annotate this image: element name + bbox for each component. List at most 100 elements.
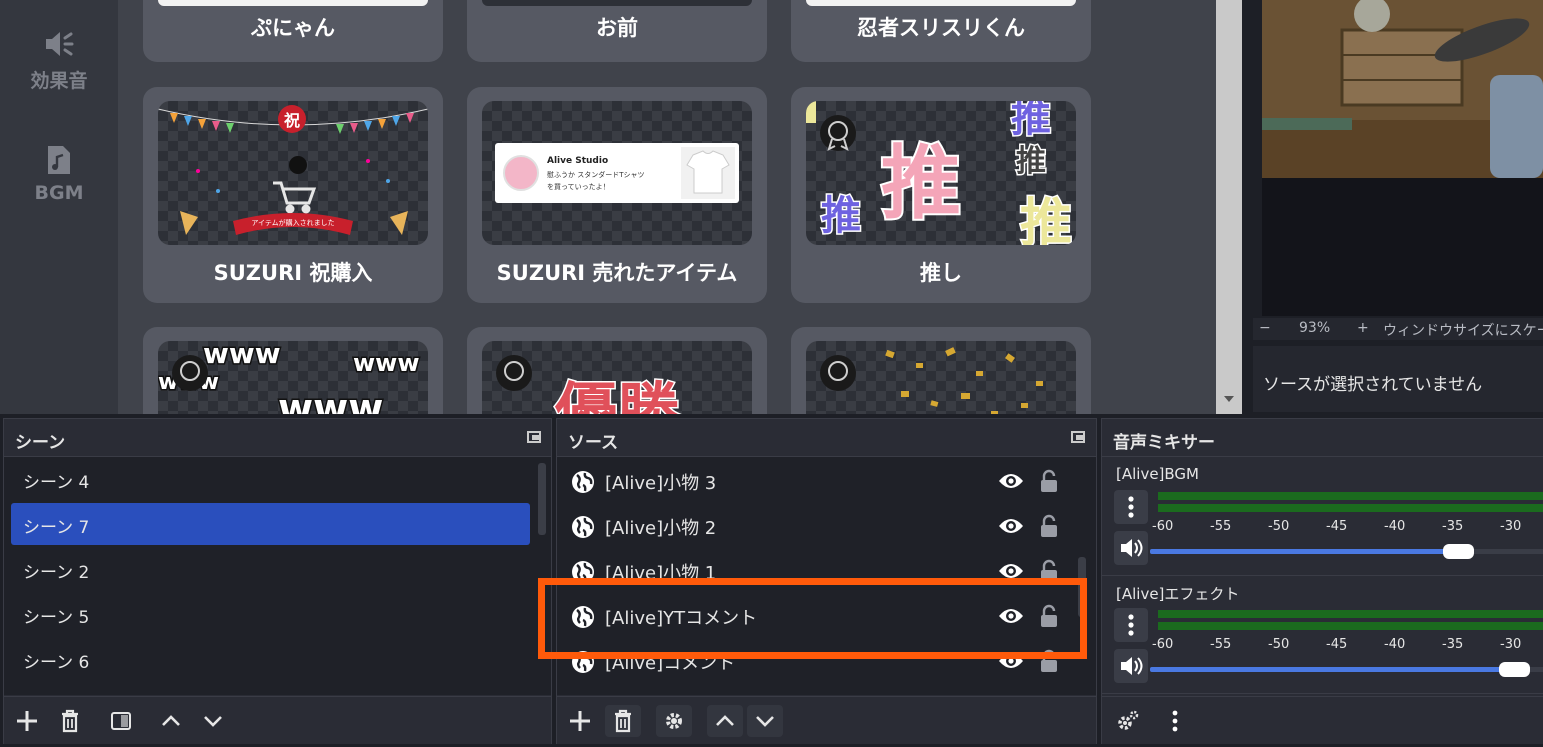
- effect-card[interactable]: ぷにゃん: [143, 0, 443, 62]
- effect-card-suzuri-sold[interactable]: Alive Studio 慰ふうか スタンダードTシャツ を買っていったよ！ S…: [467, 87, 767, 303]
- effect-card[interactable]: www www www www: [143, 327, 443, 414]
- chevron-up-icon: [162, 715, 180, 726]
- volume-slider-knob[interactable]: [1499, 662, 1530, 677]
- scene-list-scrollbar[interactable]: [538, 463, 546, 535]
- source-properties-button[interactable]: [656, 705, 692, 737]
- source-down-button[interactable]: [747, 705, 783, 737]
- lock-icon: [1041, 514, 1057, 537]
- effect-card[interactable]: 忍者スリスリくん: [791, 0, 1091, 62]
- zoom-bar: − 93% + ウィンドウサイズにスケール: [1253, 318, 1543, 340]
- visibility-toggle[interactable]: [998, 472, 1024, 495]
- zoom-mode-select[interactable]: ウィンドウサイズにスケール: [1383, 320, 1543, 340]
- undock-icon[interactable]: [1071, 431, 1085, 443]
- zoom-in-button[interactable]: +: [1357, 320, 1369, 336]
- scene-down-button[interactable]: [202, 705, 224, 737]
- thumb-edge: [158, 0, 428, 6]
- oshi-small-text: 推: [1016, 144, 1046, 179]
- shop-line-1: 慰ふうか スタンダードTシャツ: [547, 171, 645, 179]
- eye-icon: [999, 474, 1023, 488]
- tick-label: -40: [1384, 519, 1406, 534]
- program-preview[interactable]: [1262, 0, 1543, 178]
- scene-item[interactable]: シーン 6: [11, 638, 530, 680]
- tick-label: -45: [1326, 637, 1348, 652]
- scroll-down-arrow-icon[interactable]: [1224, 396, 1234, 402]
- source-up-button[interactable]: [707, 705, 743, 737]
- source-item[interactable]: [Alive]小物 2: [561, 504, 1071, 548]
- scene-item-selected[interactable]: シーン 7: [11, 503, 530, 545]
- browser-source-globe-icon: [571, 470, 595, 499]
- thumb-edge: [806, 0, 1076, 6]
- effect-card-label: ぷにゃん: [251, 16, 335, 40]
- thumb-edge: [482, 0, 752, 6]
- sources-dock-header: ソース: [557, 419, 1096, 457]
- scene-filter-button[interactable]: [110, 705, 132, 737]
- tshirt-image: [681, 147, 735, 199]
- oshi-small-text: 推: [1020, 194, 1072, 245]
- visibility-toggle[interactable]: [998, 517, 1024, 540]
- effect-card-suzuri-celebrate[interactable]: 祝 アイテムが購入されました SUZURI 祝購入: [143, 87, 443, 303]
- add-scene-button[interactable]: [16, 705, 38, 737]
- oshi-small-text: 推: [1011, 101, 1051, 141]
- mixer-menu-button[interactable]: [1164, 705, 1186, 737]
- filter-icon: [111, 712, 131, 730]
- rail-item-bgm[interactable]: BGM: [0, 144, 118, 204]
- effect-card[interactable]: 優勝: [467, 327, 767, 414]
- scene-item[interactable]: シーン 5: [11, 593, 530, 635]
- eye-icon: [999, 519, 1023, 533]
- tick-label: -55: [1210, 519, 1232, 534]
- effect-card[interactable]: [791, 327, 1091, 414]
- gallery-scrollbar[interactable]: [1216, 0, 1242, 414]
- rail-label-bgm: BGM: [34, 182, 84, 204]
- shop-line-2: を買っていったよ！: [547, 183, 610, 191]
- effect-card[interactable]: お前: [467, 0, 767, 62]
- advanced-audio-button[interactable]: [1114, 705, 1140, 737]
- mixer-dock-header: 音声ミキサー: [1102, 419, 1543, 457]
- shop-name: Alive Studio: [547, 156, 609, 166]
- scene-up-button[interactable]: [160, 705, 182, 737]
- scene-item-label: シーン 2: [23, 563, 90, 583]
- tick-label: -50: [1268, 637, 1290, 652]
- volume-slider-knob[interactable]: [1443, 544, 1474, 559]
- scenes-dock-title: シーン: [15, 433, 66, 453]
- highlight-annotation-box: [538, 578, 1087, 659]
- scene-item-label: シーン 4: [23, 473, 90, 493]
- add-source-button[interactable]: [569, 705, 591, 737]
- effect-card-oshi[interactable]: 推 推 推 推 推 推し: [791, 87, 1091, 303]
- scene-item-label: シーン 6: [23, 653, 90, 673]
- source-item[interactable]: [Alive]小物 3: [561, 459, 1071, 503]
- ww-text: www: [203, 341, 281, 370]
- rail-item-sound-effects[interactable]: 効果音: [0, 28, 118, 93]
- tick-label: -50: [1268, 519, 1290, 534]
- effect-gallery: ぷにゃん お前 忍者スリスリくん 祝 アイテムが購入されました SUZURI 祝…: [118, 0, 1216, 414]
- ww-text: www: [353, 349, 420, 377]
- scene-item[interactable]: シーン 4: [11, 458, 530, 500]
- mixer-toolbar: [1102, 696, 1543, 744]
- lock-toggle[interactable]: [1039, 469, 1059, 498]
- remove-scene-button[interactable]: [59, 705, 81, 737]
- tick-label: -60: [1152, 637, 1174, 652]
- zoom-out-button[interactable]: −: [1259, 320, 1271, 336]
- lock-toggle[interactable]: [1039, 514, 1059, 543]
- level-meter: [1158, 492, 1543, 500]
- top-region: 効果音 BGM ぷにゃん お前 忍者スリスリくん 祝 アイテムが購入されました …: [0, 0, 1543, 414]
- scenes-toolbar: [4, 696, 551, 744]
- meter-ticks: -60 -55 -50 -45 -40 -35 -30: [1102, 519, 1543, 537]
- scene-list: シーン 4 シーン 7 シーン 2 シーン 5 シーン 6: [4, 457, 551, 695]
- remove-source-button[interactable]: [605, 705, 641, 737]
- tick-label: -35: [1442, 637, 1464, 652]
- meter-ticks: -60 -55 -50 -45 -40 -35 -30: [1102, 637, 1543, 655]
- scene-item-label: シーン 7: [23, 518, 90, 538]
- effect-card-label: 推し: [920, 261, 962, 285]
- scene-item[interactable]: シーン 2: [11, 548, 530, 590]
- preview-panel: − 93% + ウィンドウサイズにスケール ソースが選択されていません: [1242, 0, 1543, 414]
- ribbon-text: アイテムが購入されました: [251, 218, 334, 227]
- undock-icon[interactable]: [527, 431, 541, 443]
- chevron-up-icon: [716, 715, 734, 726]
- scenes-dock-header: シーン: [4, 419, 551, 457]
- gear-icon: [666, 713, 682, 729]
- scenes-dock: シーン シーン 4 シーン 7 シーン 2 シーン 5 シーン 6: [3, 418, 552, 744]
- mixer-channel: [Alive]BGM -60 -55 -50 -45 -40 -35 -30: [1102, 457, 1543, 575]
- scene-item-label: シーン 5: [23, 608, 90, 628]
- level-meter: [1158, 504, 1543, 512]
- channel-name: [Alive]エフェクト: [1116, 585, 1240, 603]
